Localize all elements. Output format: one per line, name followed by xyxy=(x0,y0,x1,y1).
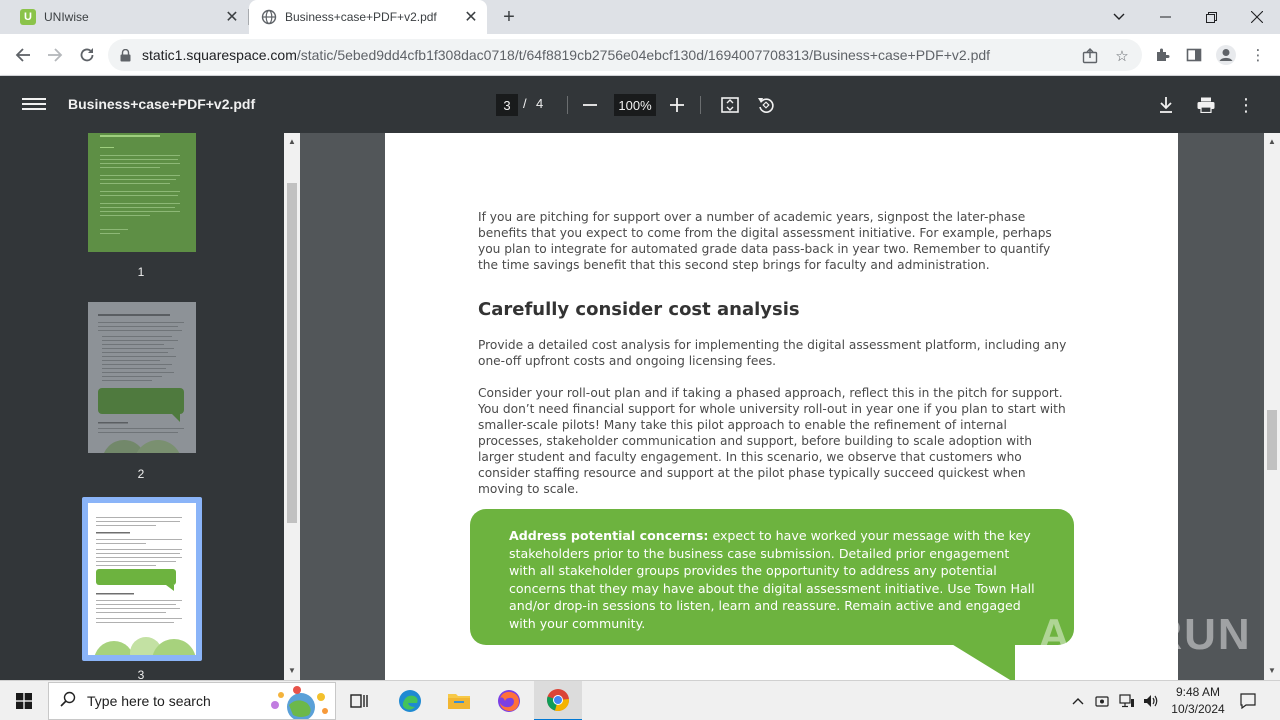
rotate-icon[interactable] xyxy=(754,93,778,117)
taskbar-search-input[interactable]: Type here to search xyxy=(48,682,336,720)
pdf-page: If you are pitching for support over a n… xyxy=(385,133,1178,680)
page-thumbnail-2[interactable] xyxy=(88,302,196,488)
share-icon[interactable] xyxy=(1079,45,1101,67)
url-host: static1.squarespace.com xyxy=(142,47,297,63)
firefox-icon[interactable] xyxy=(485,681,533,720)
callout-body: expect to have worked your message with … xyxy=(509,528,1035,631)
page-thumbnail-1[interactable] xyxy=(88,133,196,252)
tab-search-icon[interactable] xyxy=(1096,0,1142,34)
clock-time: 9:48 AM xyxy=(1175,685,1221,699)
search-placeholder: Type here to search xyxy=(87,693,211,709)
intro-paragraph: If you are pitching for support over a n… xyxy=(478,210,1052,272)
page-thumbnail-3-selected[interactable] xyxy=(82,497,202,661)
url-text: static1.squarespace.com/static/5ebed9dd4… xyxy=(142,47,990,63)
page-separator: / xyxy=(523,96,527,111)
menu-icon[interactable] xyxy=(22,95,46,115)
anyrun-watermark: ANY RUN xyxy=(1038,610,1252,659)
tab-title: Business+case+PDF+v2.pdf xyxy=(285,10,437,24)
back-button[interactable] xyxy=(10,42,36,68)
chrome-icon[interactable] xyxy=(534,681,582,720)
callout-box: Address potential concerns: expect to ha… xyxy=(470,509,1074,645)
restore-button[interactable] xyxy=(1188,0,1234,34)
star-icon[interactable]: ☆ xyxy=(1111,45,1133,67)
close-icon[interactable]: ✕ xyxy=(222,7,242,27)
download-icon[interactable] xyxy=(1154,93,1178,117)
main-scrollbar-thumb[interactable] xyxy=(1267,410,1277,470)
current-page-input[interactable]: 3 xyxy=(496,94,518,116)
thumbnail-number: 2 xyxy=(137,467,145,481)
scroll-up-arrow-icon[interactable]: ▲ xyxy=(1266,137,1278,146)
windows-start-icon[interactable] xyxy=(0,681,48,720)
notifications-icon[interactable] xyxy=(1236,681,1260,720)
toolbar-divider xyxy=(700,96,701,114)
pdf-viewer[interactable]: If you are pitching for support over a n… xyxy=(300,133,1264,680)
taskbar-clock[interactable]: 9:48 AM 10/3/2024 xyxy=(1162,684,1234,718)
thumbnail-page xyxy=(88,503,196,655)
rollout-paragraph: Consider your roll-out plan and if takin… xyxy=(478,386,1066,496)
lock-icon[interactable] xyxy=(108,48,142,62)
thumbnail-number: 3 xyxy=(137,668,145,680)
side-panel-icon[interactable] xyxy=(1182,43,1206,67)
more-options-icon[interactable]: ⋮ xyxy=(1234,93,1258,117)
browser-toolbar: static1.squarespace.com/static/5ebed9dd4… xyxy=(0,34,1280,76)
main-scrollbar[interactable] xyxy=(1264,133,1280,680)
reload-button[interactable] xyxy=(74,42,100,68)
section-heading: Carefully consider cost analysis xyxy=(478,299,800,320)
cost-paragraph: Provide a detailed cost analysis for imp… xyxy=(478,338,1067,368)
network-icon[interactable] xyxy=(1116,681,1138,720)
chevron-up-icon[interactable] xyxy=(1068,681,1088,720)
search-icon xyxy=(49,691,87,712)
file-explorer-icon[interactable] xyxy=(435,681,483,720)
sidebar-scrollbar-thumb[interactable] xyxy=(287,183,297,523)
zoom-input[interactable]: 100% xyxy=(614,94,656,116)
callout-text: Address potential concerns: expect to ha… xyxy=(509,527,1039,632)
scroll-up-arrow-icon[interactable]: ▲ xyxy=(286,137,298,146)
document-title: Business+case+PDF+v2.pdf xyxy=(68,96,256,112)
clock-date: 10/3/2024 xyxy=(1171,702,1225,716)
search-highlight-icon xyxy=(261,685,331,720)
close-window-button[interactable] xyxy=(1234,0,1280,34)
fit-page-icon[interactable] xyxy=(718,93,742,117)
windows-taskbar: Type here to search 9:48 AM 10/3/2024 xyxy=(0,680,1280,720)
extensions-icon[interactable] xyxy=(1150,43,1174,67)
toolbar-divider xyxy=(567,96,568,114)
pdf-toolbar: Business+case+PDF+v2.pdf 3 / 4 100% ⋮ xyxy=(0,76,1280,133)
chrome-menu-icon[interactable]: ⋮ xyxy=(1246,43,1270,67)
tab-pdf[interactable]: Business+case+PDF+v2.pdf ✕ xyxy=(249,0,487,34)
new-tab-button[interactable]: + xyxy=(497,5,521,29)
thumbnail-number: 1 xyxy=(137,265,145,279)
forward-button[interactable] xyxy=(42,42,68,68)
scroll-down-arrow-icon[interactable]: ▼ xyxy=(286,666,298,675)
url-path: /static/5ebed9dd4cfb1f308dac0718/t/64f88… xyxy=(296,47,991,63)
tab-strip: U UNIwise ✕ Business+case+PDF+v2.pdf ✕ + xyxy=(0,0,1280,34)
tab-title: UNIwise xyxy=(44,10,89,24)
edge-icon[interactable] xyxy=(386,681,434,720)
zoom-in-button[interactable] xyxy=(665,93,689,117)
minimize-button[interactable] xyxy=(1142,0,1188,34)
close-icon[interactable]: ✕ xyxy=(461,7,481,27)
volume-icon[interactable] xyxy=(1140,681,1162,720)
thumbnail-sidebar: 1 2 3 ▲ ▼ xyxy=(0,133,300,680)
profile-avatar[interactable] xyxy=(1214,43,1238,67)
globe-icon xyxy=(261,9,277,25)
zoom-out-button[interactable] xyxy=(578,93,602,117)
task-view-icon[interactable] xyxy=(336,681,384,720)
total-pages: 4 xyxy=(536,96,544,111)
tab-uniwise[interactable]: U UNIwise ✕ xyxy=(8,0,248,34)
callout-tail xyxy=(950,643,1015,680)
address-bar[interactable]: static1.squarespace.com/static/5ebed9dd4… xyxy=(108,39,1142,71)
uniwise-icon: U xyxy=(20,9,36,25)
scroll-down-arrow-icon[interactable]: ▼ xyxy=(1266,666,1278,675)
security-tray-icon[interactable] xyxy=(1092,681,1112,720)
callout-heading: Address potential concerns: xyxy=(509,528,709,543)
print-icon[interactable] xyxy=(1194,93,1218,117)
